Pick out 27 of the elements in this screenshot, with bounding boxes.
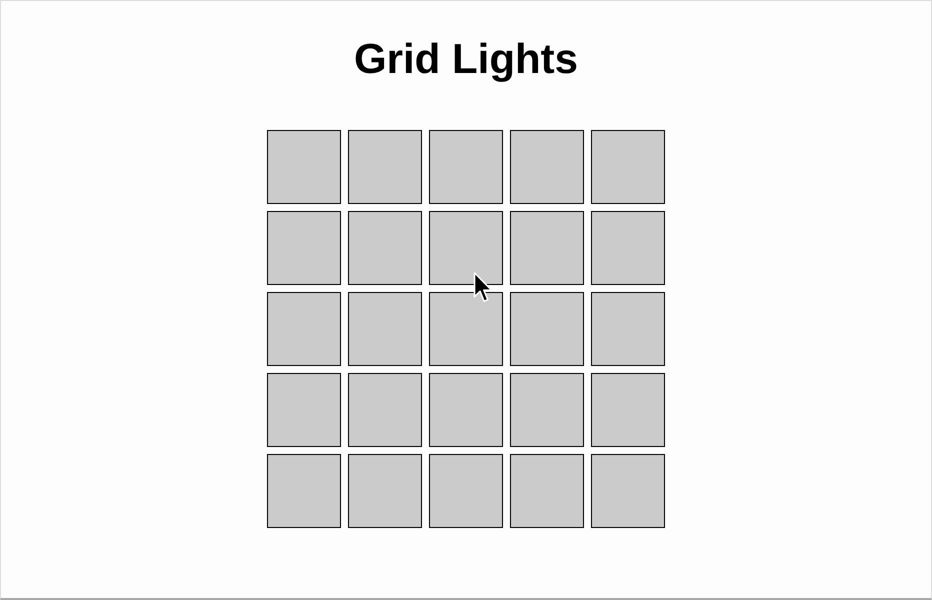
grid-cell[interactable]: [510, 292, 584, 366]
grid-cell[interactable]: [348, 130, 422, 204]
grid-cell[interactable]: [267, 292, 341, 366]
grid-cell[interactable]: [591, 454, 665, 528]
grid-cell[interactable]: [429, 211, 503, 285]
grid-cell[interactable]: [591, 211, 665, 285]
grid-cell[interactable]: [267, 130, 341, 204]
grid-cell[interactable]: [348, 211, 422, 285]
grid-cell[interactable]: [591, 373, 665, 447]
grid-cell[interactable]: [267, 373, 341, 447]
grid-cell[interactable]: [429, 454, 503, 528]
grid-cell[interactable]: [429, 292, 503, 366]
grid-cell[interactable]: [510, 130, 584, 204]
grid-cell[interactable]: [348, 373, 422, 447]
mouse-pointer-icon: [473, 271, 493, 304]
grid-cell[interactable]: [591, 292, 665, 366]
grid-cell[interactable]: [429, 130, 503, 204]
grid-cell[interactable]: [267, 454, 341, 528]
grid-cell[interactable]: [348, 454, 422, 528]
grid-cell[interactable]: [510, 373, 584, 447]
grid-cell[interactable]: [510, 454, 584, 528]
grid-cell[interactable]: [267, 211, 341, 285]
grid-cell[interactable]: [591, 130, 665, 204]
page-title: Grid Lights: [354, 35, 578, 83]
grid-cell[interactable]: [429, 373, 503, 447]
grid-cell[interactable]: [510, 211, 584, 285]
grid-cell[interactable]: [348, 292, 422, 366]
